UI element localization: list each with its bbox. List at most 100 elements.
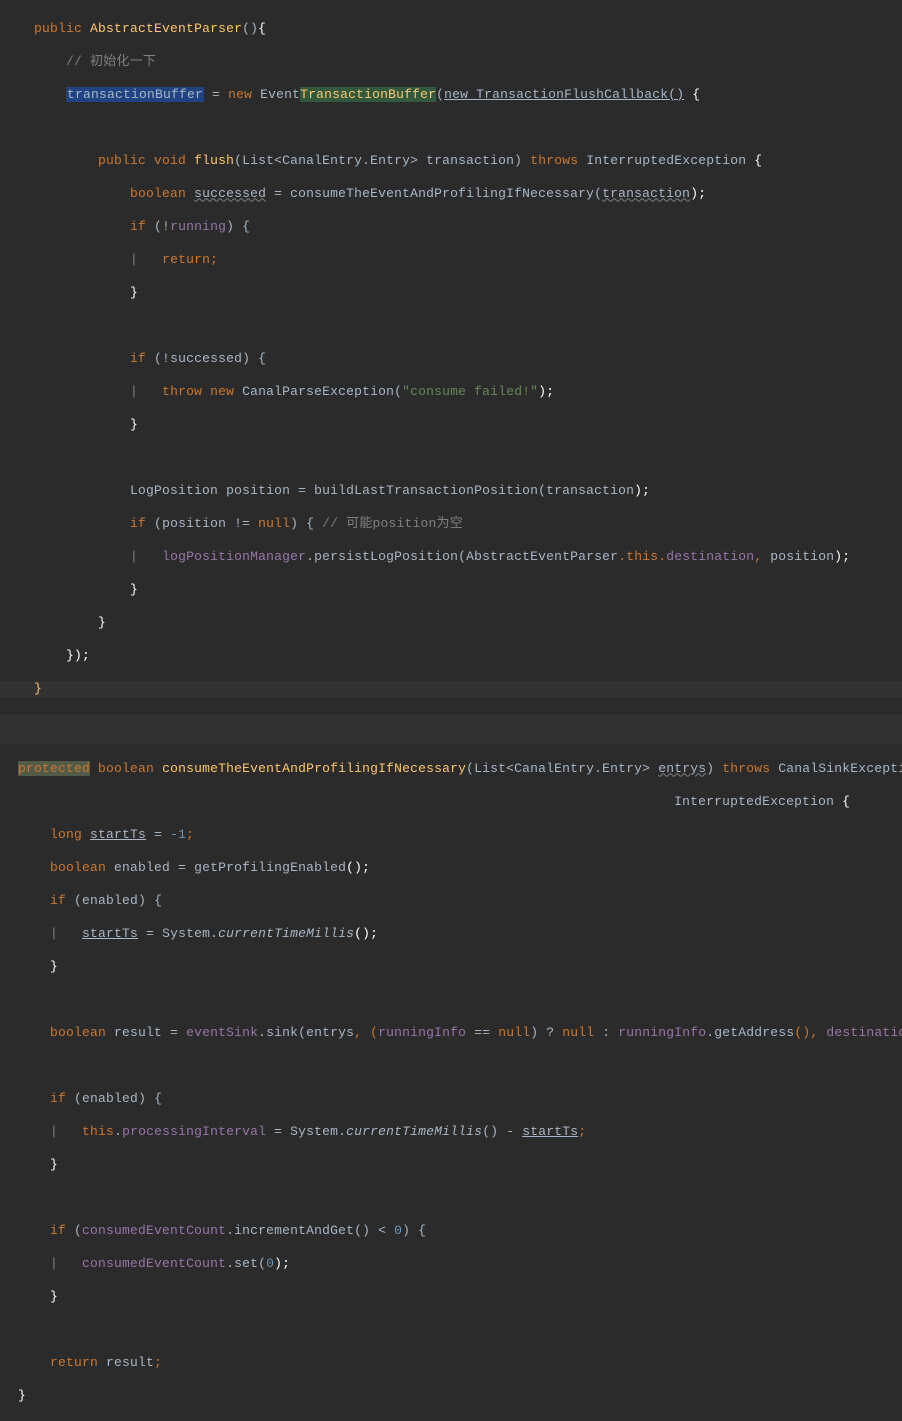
code-line: public AbstractEventParser(){ — [18, 21, 902, 37]
keyword-return: return; — [162, 252, 218, 267]
field-ref: eventSink — [186, 1025, 258, 1040]
keyword-throw: throw — [162, 384, 202, 399]
keyword-if: if — [50, 1091, 66, 1106]
code-line: boolean enabled = getProfilingEnabled(); — [18, 860, 902, 876]
code-line: InterruptedException { — [18, 794, 902, 810]
keyword-null: null — [562, 1025, 594, 1040]
number-literal: -1 — [170, 827, 186, 842]
constructor-name: AbstractEventParser — [90, 21, 242, 36]
code-line: return result; — [18, 1355, 902, 1371]
var-ref: startTs — [522, 1124, 578, 1139]
arg: transaction — [602, 186, 690, 201]
keyword-if: if — [50, 1223, 66, 1238]
param-type: List<CanalEntry.Entry> — [474, 761, 650, 776]
code-line: transactionBuffer = new EventTransaction… — [18, 87, 902, 103]
type-boolean: boolean — [98, 761, 154, 776]
var-name: successed — [194, 186, 266, 201]
blank-line — [18, 120, 902, 136]
code-line: } — [18, 285, 902, 301]
keyword-public: public — [34, 21, 82, 36]
class-ref: System — [162, 926, 210, 941]
code-line: } — [18, 959, 902, 975]
var-ref: enabled — [82, 893, 138, 908]
method-call: incrementAndGet — [234, 1223, 354, 1238]
type-boolean: boolean — [130, 186, 186, 201]
highlighted-var: transactionBuffer — [66, 87, 204, 102]
type-boolean: boolean — [50, 1025, 106, 1040]
blank-line — [18, 1322, 902, 1338]
code-line: protected boolean consumeTheEventAndProf… — [18, 761, 902, 777]
code-line: LogPosition position = buildLastTransact… — [18, 483, 902, 499]
exception-type: InterruptedException — [674, 794, 834, 809]
type-long: long — [50, 827, 82, 842]
keyword-return: return — [50, 1355, 98, 1370]
class-ref: AbstractEventParser — [466, 549, 618, 564]
code-line: if (!successed) { — [18, 351, 902, 367]
method-call: set — [234, 1256, 258, 1271]
code-line: | throw new CanalParseException("consume… — [18, 384, 902, 400]
brace: } — [50, 959, 58, 974]
keyword-null: null — [498, 1025, 530, 1040]
code-line: } — [18, 1388, 902, 1404]
var-name: position — [226, 483, 290, 498]
section-gap — [0, 714, 902, 744]
code-line: if (!running) { — [18, 219, 902, 235]
keyword-public: public — [98, 153, 146, 168]
method-call: sink — [266, 1025, 298, 1040]
var-ref: result — [106, 1355, 154, 1370]
keyword-throws: throws — [530, 153, 578, 168]
code-line: } — [18, 615, 902, 631]
number-literal: 0 — [266, 1256, 274, 1271]
field-ref: consumedEventCount — [82, 1256, 226, 1271]
comment: // 可能position为空 — [322, 516, 463, 531]
method-call: persistLogPosition — [314, 549, 458, 564]
keyword-new: new — [228, 87, 252, 102]
var-name: result — [114, 1025, 162, 1040]
blank-line — [18, 318, 902, 334]
keyword-null: null — [258, 516, 290, 531]
code-line: if (enabled) { — [18, 893, 902, 909]
code-line: } — [18, 417, 902, 433]
var-name: enabled — [114, 860, 170, 875]
blank-line — [18, 450, 902, 466]
code-line: public void flush(List<CanalEntry.Entry>… — [18, 153, 902, 169]
exception-type: CanalSinkException — [778, 761, 902, 776]
blank-line — [18, 1058, 902, 1074]
keyword-if: if — [130, 516, 146, 531]
this-ref: .this. — [618, 549, 666, 564]
method-call: getProfilingEnabled — [194, 860, 346, 875]
field-ref: consumedEventCount — [82, 1223, 226, 1238]
number-literal: 0 — [394, 1223, 402, 1238]
parens: () — [242, 21, 258, 36]
code-line: boolean result = eventSink.sink(entrys, … — [18, 1025, 902, 1041]
brace: } — [130, 417, 138, 432]
blank-line — [18, 992, 902, 1008]
method-name: consumeTheEventAndProfilingIfNecessary — [162, 761, 466, 776]
keyword-if: if — [130, 219, 146, 234]
brace: } — [98, 615, 106, 630]
keyword-protected: protected — [18, 761, 90, 776]
method-call: currentTimeMillis — [346, 1124, 482, 1139]
field-ref: running — [170, 219, 226, 234]
code-editor[interactable]: public AbstractEventParser(){ // 初始化一下 t… — [0, 0, 902, 735]
exception-type: InterruptedException — [586, 153, 746, 168]
code-line: long startTs = -1; — [18, 827, 902, 843]
brace: } — [34, 681, 42, 696]
keyword-if: if — [130, 351, 146, 366]
brace: } — [50, 1289, 58, 1304]
field-ref: processingInterval — [122, 1124, 266, 1139]
class-ref: System — [290, 1124, 338, 1139]
code-line: | consumedEventCount.set(0); — [18, 1256, 902, 1272]
var-ref: position — [162, 516, 226, 531]
code-line: } — [18, 1289, 902, 1305]
code-line: } — [18, 582, 902, 598]
param-name: transaction — [426, 153, 514, 168]
code-line: if (consumedEventCount.incrementAndGet()… — [18, 1223, 902, 1239]
keyword-new: new — [210, 384, 234, 399]
brace: } — [50, 1157, 58, 1172]
blank-line — [18, 1190, 902, 1206]
brace: } — [130, 285, 138, 300]
param-type: List<CanalEntry.Entry> — [242, 153, 418, 168]
brace: { — [692, 87, 700, 102]
open-paren: ( — [436, 87, 444, 102]
